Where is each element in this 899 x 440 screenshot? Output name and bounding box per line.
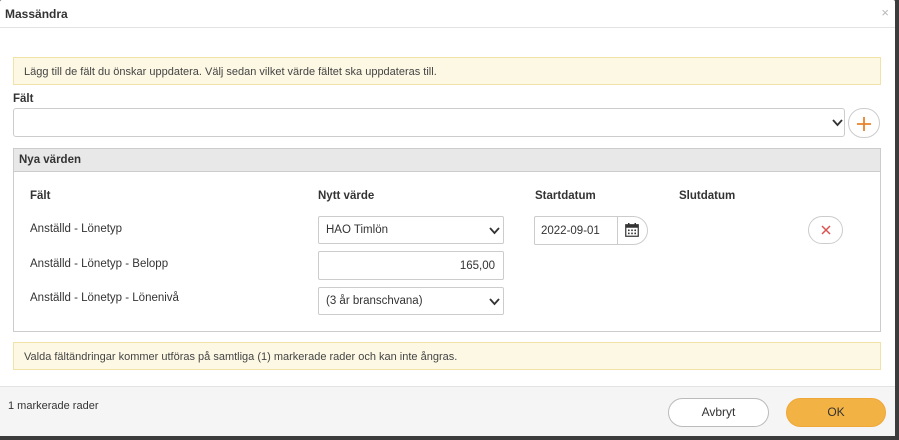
chevron-down-icon [832, 119, 843, 127]
dialog-footer: 1 markerade rader Avbryt OK [0, 386, 895, 436]
start-date-picker[interactable]: 2022-09-01 [534, 216, 648, 245]
amount-input[interactable]: 165,00 [318, 251, 504, 280]
column-header-field: Fält [30, 190, 51, 202]
row-label-loneniva: Anställd - Lönetyp - Lönenivå [30, 292, 179, 304]
info-message-bottom: Valda fältändringar kommer utföras på sa… [13, 342, 881, 370]
window-edge-bottom [0, 436, 899, 440]
dialog-titlebar: Massändra × [0, 0, 895, 28]
column-header-end-date: Slutdatum [679, 190, 736, 202]
field-select[interactable] [13, 108, 845, 137]
select-value: (3 år branschvana) [326, 295, 423, 307]
row-label-lonetyp: Anställd - Lönetyp [30, 223, 123, 235]
panel-title: Nya värden [19, 154, 82, 166]
window-edge-right [895, 0, 899, 440]
field-label: Fält [13, 93, 34, 105]
chevron-down-icon [489, 298, 500, 306]
panel-header: Nya värden [14, 149, 880, 172]
calendar-icon[interactable] [625, 223, 639, 237]
add-field-button[interactable] [848, 108, 880, 138]
selected-count: 1 markerade rader [8, 400, 99, 412]
start-date-value: 2022-09-01 [541, 225, 600, 237]
column-header-start-date: Startdatum [535, 190, 596, 202]
select-value: HAO Timlön [326, 224, 388, 236]
plus-icon [857, 117, 871, 131]
mass-edit-dialog: Massändra × Lägg till de fält du önskar … [0, 0, 895, 436]
ok-button[interactable]: OK [786, 398, 886, 427]
chevron-down-icon [489, 227, 500, 235]
close-icon [820, 225, 831, 235]
new-value-select-lonetyp[interactable]: HAO Timlön [318, 216, 504, 244]
info-message-top: Lägg till de fält du önskar uppdatera. V… [13, 57, 881, 85]
cancel-button[interactable]: Avbryt [668, 398, 769, 427]
row-label-belopp: Anställd - Lönetyp - Belopp [30, 258, 169, 270]
new-value-select-loneniva[interactable]: (3 år branschvana) [318, 287, 504, 315]
column-header-new-value: Nytt värde [318, 190, 375, 202]
dialog-title: Massändra [5, 7, 68, 21]
close-icon[interactable]: × [881, 5, 889, 20]
date-separator [617, 217, 618, 244]
remove-row-button[interactable] [808, 216, 843, 244]
